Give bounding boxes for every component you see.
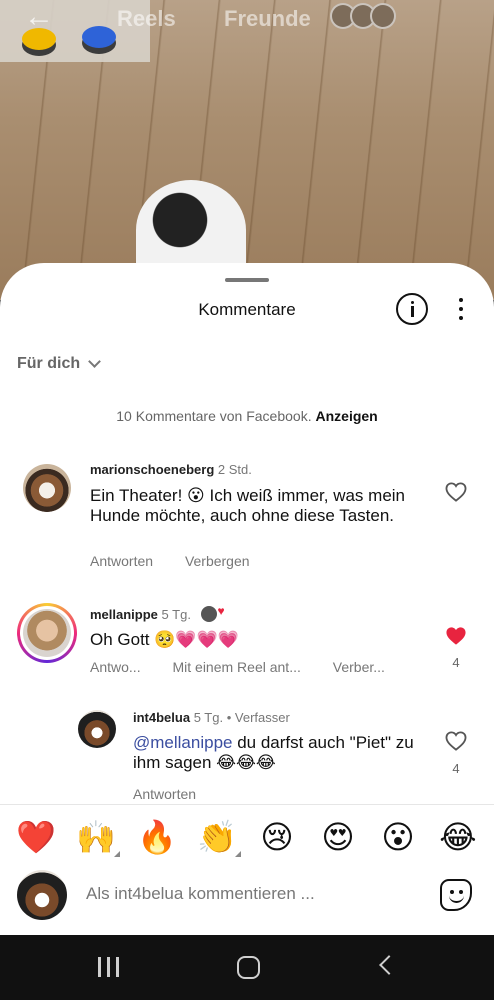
author-badge: Verfasser	[234, 710, 290, 725]
avatar[interactable]	[23, 609, 71, 657]
tab-friends[interactable]: Freunde	[224, 6, 311, 32]
facebook-comments-notice: 10 Kommentare von Facebook. Anzeigen	[0, 408, 494, 424]
home-icon[interactable]	[237, 956, 260, 979]
reaction-heart[interactable]: ❤️	[16, 819, 56, 855]
comment-header: int4belua 5 Tg. • Verfasser	[133, 710, 290, 725]
comment-actions: Antworten	[133, 786, 224, 802]
comment-actions: Antworten Verbergen	[90, 553, 278, 569]
hide-button[interactable]: Verbergen	[185, 553, 250, 569]
recent-apps-icon[interactable]	[98, 957, 120, 977]
reply-button[interactable]: Antworten	[133, 786, 196, 802]
author-liked-avatar-icon	[200, 604, 225, 622]
comment-time: 5 Tg.	[193, 710, 224, 725]
own-avatar	[17, 870, 67, 920]
comment-text: Oh Gott 🥺💗💗💗	[90, 630, 239, 649]
avatar[interactable]	[23, 464, 71, 512]
quick-reactions-bar: ❤️ 🙌 🔥 👏 😢 😍 😮 😂	[0, 819, 494, 859]
reaction-crying[interactable]: 😢	[257, 819, 297, 855]
like-count: 4	[452, 655, 460, 670]
comment-reply-item: int4belua 5 Tg. • Verfasser @mellanippe …	[0, 705, 494, 805]
chevron-down-icon	[88, 355, 101, 368]
hide-button[interactable]: Verber...	[333, 659, 385, 675]
mention-link[interactable]: @mellanippe	[133, 733, 232, 752]
reply-button[interactable]: Antworten	[90, 553, 153, 569]
arrow-left-icon[interactable]: ←	[24, 2, 54, 32]
filter-label: Für dich	[17, 355, 81, 372]
reaction-heart-eyes[interactable]: 😍	[318, 819, 358, 855]
heart-icon[interactable]	[445, 626, 467, 646]
skin-tone-caret-icon	[114, 851, 120, 857]
system-navigation-bar	[0, 935, 494, 1000]
avatar[interactable]	[78, 710, 116, 748]
heart-icon[interactable]	[445, 482, 467, 502]
more-vertical-icon[interactable]	[452, 295, 470, 323]
reaction-laughing[interactable]: 😂	[438, 819, 478, 855]
facebook-notice-text: 10 Kommentare von Facebook.	[116, 408, 312, 424]
comment-header: marionschoeneberg 2 Std.	[90, 462, 252, 477]
comment-item: mellanippe 5 Tg. Oh Gott 🥺💗💗💗 Antwo... M…	[0, 601, 494, 681]
reaction-surprised[interactable]: 😮	[378, 819, 418, 855]
comment-item: marionschoeneberg 2 Std. Ein Theater! 😮 …	[0, 458, 494, 578]
back-icon[interactable]	[379, 955, 399, 975]
tab-reels[interactable]: Reels	[117, 6, 176, 32]
divider	[0, 804, 494, 805]
comment-input[interactable]: Als int4belua kommentieren ...	[86, 884, 315, 904]
author-badge-separator: •	[226, 710, 232, 725]
reaction-raised-hands[interactable]: 🙌	[76, 819, 116, 855]
info-icon[interactable]	[396, 293, 428, 325]
comment-text: Ein Theater! 😮 Ich weiß immer, was mein …	[90, 486, 406, 525]
friend-avatar[interactable]	[370, 3, 396, 29]
comment-header: mellanippe 5 Tg.	[90, 604, 225, 622]
show-facebook-comments-link[interactable]: Anzeigen	[316, 408, 378, 424]
comment-username[interactable]: mellanippe	[90, 607, 158, 622]
comment-time: 5 Tg.	[161, 607, 191, 622]
comment-time: 2 Std.	[217, 462, 252, 477]
comments-sheet: Kommentare Für dich 10 Kommentare von Fa…	[0, 263, 494, 935]
heart-icon[interactable]	[445, 731, 467, 751]
like-count: 4	[452, 761, 460, 776]
reels-top-bar: ← Reels Freunde	[0, 0, 494, 40]
sheet-drag-handle[interactable]	[225, 278, 269, 282]
reaction-clap[interactable]: 👏	[197, 819, 237, 855]
comment-filter-dropdown[interactable]: Für dich	[17, 355, 101, 373]
comment-username[interactable]: marionschoeneberg	[90, 462, 214, 477]
reel-video-background[interactable]	[0, 0, 494, 300]
sticker-icon[interactable]	[440, 879, 472, 911]
reaction-fire[interactable]: 🔥	[137, 819, 177, 855]
reply-with-reel-button[interactable]: Mit einem Reel ant...	[172, 659, 300, 675]
comment-composer: Als int4belua kommentieren ...	[0, 867, 494, 927]
comment-username[interactable]: int4belua	[133, 710, 190, 725]
comment-text: @mellanippe du darfst auch "Piet" zu ihm…	[133, 733, 428, 773]
reply-button[interactable]: Antwo...	[90, 659, 141, 675]
comment-actions: Antwo... Mit einem Reel ant... Verber...	[90, 659, 413, 675]
skin-tone-caret-icon	[235, 851, 241, 857]
